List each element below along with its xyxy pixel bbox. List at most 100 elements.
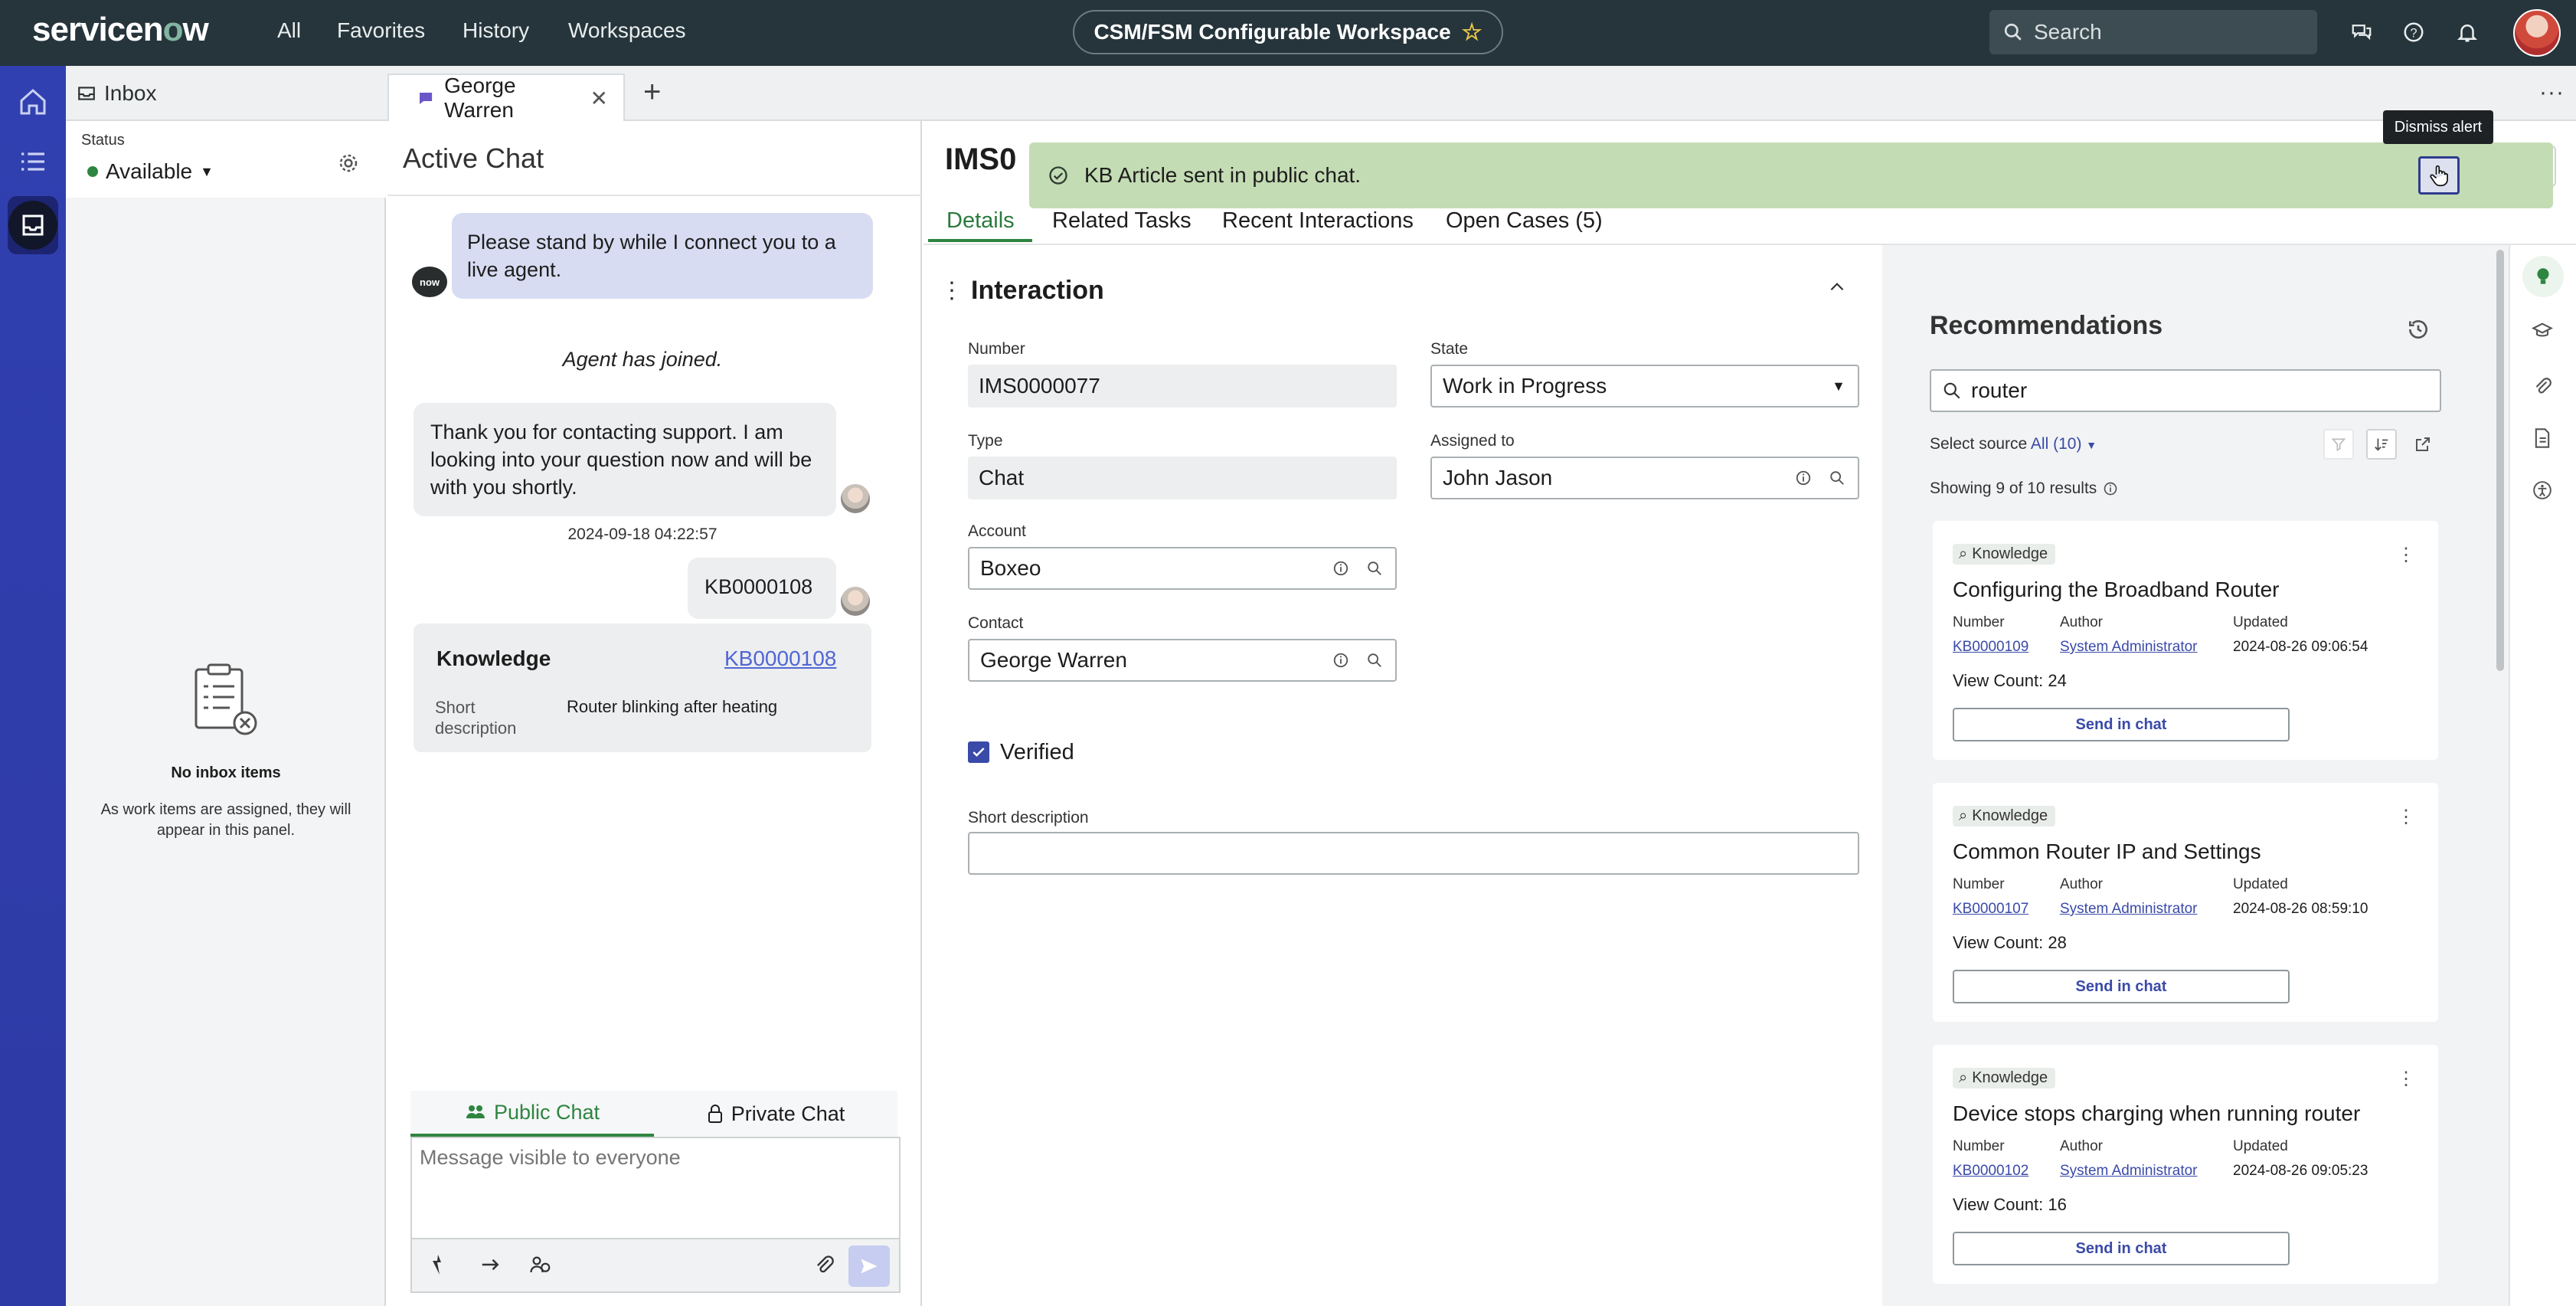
tab-details[interactable]: Details [946,208,1015,234]
assigned-to-field[interactable]: John Jason [1430,457,1859,499]
knowledge-card-short-value: Router blinking after heating [567,697,778,716]
short-description-field[interactable] [968,832,1859,875]
author-link[interactable]: System Administrator [2060,1163,2198,1180]
updated-column-label: Updated [2233,1138,2288,1154]
quick-actions-icon[interactable] [429,1253,447,1276]
search-icon[interactable] [1829,470,1845,486]
verified-checkbox[interactable] [968,741,989,763]
kebab-menu-icon[interactable]: ⋮ [2397,1068,2415,1090]
info-icon[interactable] [1332,560,1349,577]
send-in-chat-button[interactable]: Send in chat [1953,708,2290,741]
account-value: Boxeo [980,556,1041,580]
tab-open-cases[interactable]: Open Cases (5) [1446,208,1603,234]
recommendations-search-input[interactable]: router [1930,369,2441,412]
private-chat-label: Private Chat [731,1101,845,1125]
search-icon[interactable] [1366,652,1383,669]
nav-workspaces[interactable]: Workspaces [568,18,686,43]
graduation-cap-icon[interactable] [2527,316,2558,346]
servicenow-logo[interactable]: servicenow [32,11,209,49]
results-count-text: Showing 9 of 10 results [1930,480,2097,497]
help-icon[interactable]: ? [2398,17,2429,47]
tab-related-tasks[interactable]: Related Tasks [1052,208,1192,234]
nav-all[interactable]: All [277,18,301,43]
filter-icon[interactable] [2323,429,2354,460]
inbox-tab[interactable]: Inbox [77,81,157,106]
send-in-chat-button[interactable]: Send in chat [1953,1232,2290,1265]
info-icon[interactable] [1332,652,1349,669]
open-external-icon[interactable] [2414,435,2432,453]
author-column-label: Author [2060,1138,2103,1154]
author-link[interactable]: System Administrator [2060,901,2198,918]
updated-column-label: Updated [2233,614,2288,630]
chat-bubble-icon [420,92,433,105]
knowledge-number-link[interactable]: KB0000102 [1953,1163,2028,1180]
tab-recent-interactions[interactable]: Recent Interactions [1222,208,1414,234]
knowledge-number-link[interactable]: KB0000107 [1953,901,2028,918]
chat-bubbles-icon[interactable] [2346,17,2377,47]
info-icon[interactable] [1795,470,1812,486]
updated-column-label: Updated [2233,876,2288,892]
attachment-icon[interactable] [813,1253,835,1276]
more-options-icon[interactable]: ··· [2539,80,2565,106]
send-in-chat-button[interactable]: Send in chat [1953,970,2290,1003]
list-icon[interactable] [8,136,58,187]
drag-handle-icon[interactable]: ⋮ [940,277,963,304]
send-icon [861,1259,878,1274]
sort-icon[interactable] [2366,429,2397,460]
history-icon[interactable] [2406,317,2431,342]
nav-history[interactable]: History [463,18,529,43]
contact-field[interactable]: George Warren [968,639,1397,682]
user-avatar[interactable] [2513,9,2561,57]
global-search[interactable]: Search [1989,10,2317,54]
inbox-tab-label: Inbox [104,81,157,105]
home-icon[interactable] [8,77,58,127]
search-icon[interactable] [1366,560,1383,577]
bell-icon[interactable] [2452,17,2483,47]
knowledge-card-link[interactable]: KB0000108 [724,646,836,671]
assist-users-icon[interactable] [528,1253,553,1276]
author-column-label: Author [2060,876,2103,892]
close-tab-icon[interactable]: ✕ [590,86,608,111]
accessibility-icon[interactable] [2527,475,2558,506]
lightbulb-icon[interactable] [2522,256,2564,297]
updated-value: 2024-08-26 09:06:54 [2233,639,2368,655]
inbox-rail-button[interactable] [8,196,58,254]
kebab-menu-icon[interactable]: ⋮ [2397,806,2415,828]
knowledge-result-title[interactable]: Configuring the Broadband Router [1953,578,2280,602]
tab-public-chat[interactable]: Public Chat [410,1091,654,1137]
knowledge-result-title[interactable]: Common Router IP and Settings [1953,840,2261,864]
workspace-title-pill[interactable]: CSM/FSM Configurable Workspace ☆ [1073,10,1503,54]
nav-favorites[interactable]: Favorites [337,18,425,43]
tab-private-chat[interactable]: Private Chat [654,1091,897,1137]
paperclip-icon[interactable] [2527,371,2558,401]
gear-icon[interactable] [337,152,360,175]
star-icon[interactable]: ☆ [1462,19,1483,46]
knowledge-result-card: ⌕ Knowledge ⋮ Configuring the Broadband R… [1933,521,2438,760]
verified-label: Verified [1000,740,1074,764]
chevron-up-icon[interactable] [1827,277,1847,297]
transfer-arrow-icon[interactable] [479,1253,502,1276]
knowledge-result-title[interactable]: Device stops charging when running route… [1953,1101,2360,1126]
document-icon[interactable] [2527,423,2558,453]
caret-down-icon: ▼ [200,163,214,179]
source-label: Select source [1930,435,2028,453]
search-placeholder: Search [2034,20,2102,44]
kebab-menu-icon[interactable]: ⋮ [2397,544,2415,566]
account-field[interactable]: Boxeo [968,547,1397,590]
source-value[interactable]: All (10) [2031,435,2082,453]
status-dropdown[interactable]: Available ▼ [87,159,214,184]
add-tab-icon[interactable]: + [643,75,661,110]
knowledge-card-title: Knowledge [436,646,551,670]
send-button[interactable] [848,1245,890,1287]
tab-george-warren[interactable]: George Warren ✕ [387,74,625,122]
search-icon: ⌕ [1959,1069,1968,1086]
dismiss-alert-button[interactable] [2418,156,2460,195]
source-selector[interactable]: Select source All (10) ▼ [1930,435,2097,453]
scrollbar-thumb[interactable] [2496,250,2504,671]
author-link[interactable]: System Administrator [2060,639,2198,656]
info-icon[interactable] [2103,481,2118,496]
message-input[interactable] [420,1146,879,1230]
knowledge-number-link[interactable]: KB0000109 [1953,639,2028,656]
state-select[interactable]: Work in Progress ▼ [1430,365,1859,408]
knowledge-badge: ⌕ Knowledge [1953,544,2056,565]
